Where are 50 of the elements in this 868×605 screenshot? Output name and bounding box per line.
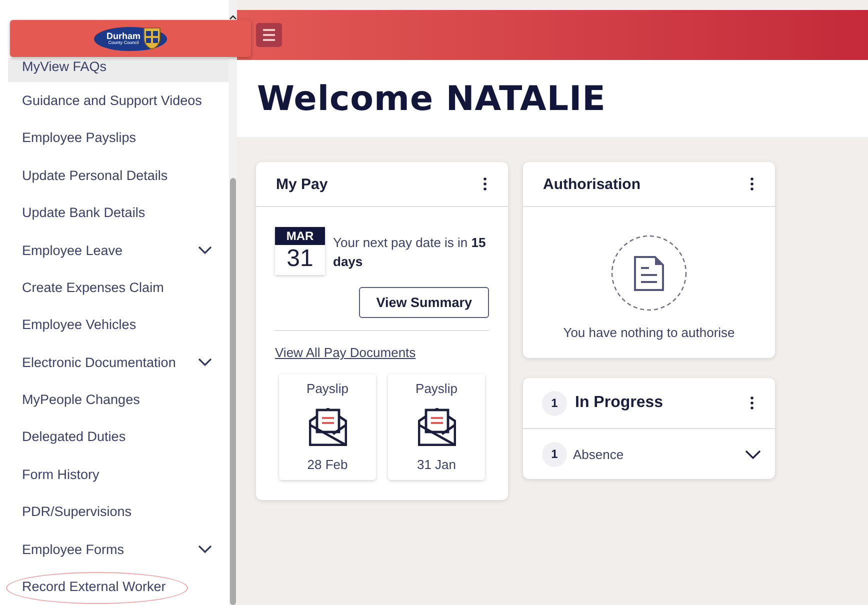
more-options-icon[interactable] <box>749 177 755 191</box>
payslip-tile[interactable]: Payslip 31 Jan <box>388 374 485 480</box>
calendar-day: 31 <box>275 245 325 275</box>
scrollbar-thumb[interactable] <box>230 178 236 605</box>
sidebar-item[interactable]: Update Personal Details <box>8 156 229 194</box>
chevron-down-icon[interactable] <box>197 357 213 368</box>
pay-date-message: Your next pay date is in 15 days <box>333 234 487 271</box>
document-icon <box>611 235 687 311</box>
chevron-down-icon[interactable] <box>197 544 213 554</box>
sidebar-item[interactable]: Delegated Duties <box>8 418 229 456</box>
sidebar-item[interactable]: Employee Payslips <box>8 119 229 157</box>
chevron-down-icon[interactable] <box>745 448 761 460</box>
count-badge: 1 <box>542 442 567 466</box>
sidebar-item[interactable]: Create Expenses Claim <box>8 268 229 306</box>
menu-icon <box>263 29 275 41</box>
calendar-month: MAR <box>275 227 325 245</box>
more-options-icon[interactable] <box>749 396 755 410</box>
payslip-label: Payslip <box>306 381 348 396</box>
sidebar-item[interactable]: Employee Vehicles <box>8 306 229 344</box>
more-options-icon[interactable] <box>482 177 488 191</box>
menu-button[interactable] <box>256 23 282 47</box>
sidebar-item[interactable]: MyView FAQs <box>8 58 229 82</box>
view-summary-button[interactable]: View Summary <box>359 287 489 318</box>
card-title: In Progress <box>575 394 664 412</box>
scrollbar[interactable] <box>229 0 237 605</box>
sidebar-item[interactable]: PDR/Supervisions <box>8 492 229 530</box>
sidebar-item[interactable]: Guidance and Support Videos <box>8 82 229 120</box>
sidebar-item[interactable]: Employee Leave <box>8 231 229 269</box>
sidebar-item[interactable]: Employee Forms <box>8 530 229 568</box>
sidebar-item[interactable]: Electronic Documentation <box>8 343 229 381</box>
scroll-up-icon[interactable] <box>229 14 237 20</box>
payslip-label: Payslip <box>416 381 458 396</box>
sidebar-item[interactable]: MyPeople Changes <box>8 380 229 418</box>
logo-text: Durham <box>106 32 140 41</box>
sidebar-item[interactable]: Update Bank Details <box>8 194 229 232</box>
sidebar-item[interactable]: Record External Worker <box>8 568 229 605</box>
envelope-letter-icon <box>418 408 456 446</box>
payslip-date: 28 Feb <box>307 457 348 472</box>
payslip-tile[interactable]: Payslip 28 Feb <box>279 374 376 480</box>
progress-item-label: Absence <box>573 446 624 462</box>
card-title: Authorisation <box>543 176 640 192</box>
page-title: Welcome NATALIE <box>257 78 606 118</box>
chevron-down-icon[interactable] <box>197 245 213 255</box>
pay-documents-link[interactable]: View All Pay Documents <box>275 345 416 360</box>
count-badge: 1 <box>542 390 567 416</box>
payslip-date: 31 Jan <box>416 457 456 472</box>
card-title: My Pay <box>276 176 328 192</box>
envelope-letter-icon <box>308 408 346 446</box>
empty-message: You have nothing to authorise <box>563 325 735 340</box>
sidebar-item[interactable]: Form History <box>8 456 229 493</box>
